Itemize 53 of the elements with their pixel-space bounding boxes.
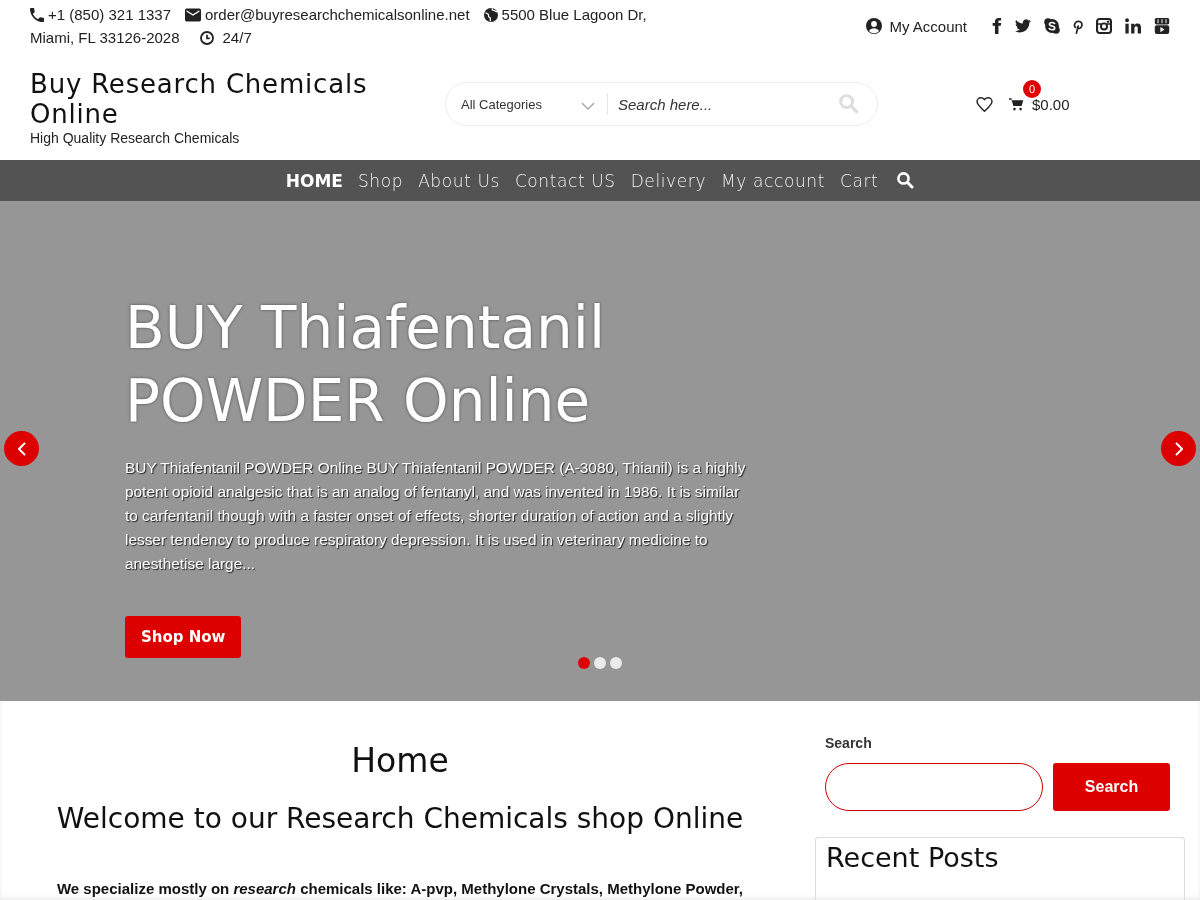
slide-dot-icon[interactable]	[610, 657, 622, 669]
instagram-icon[interactable]	[1096, 18, 1112, 34]
site-title[interactable]: Buy Research Chemicals Online	[30, 68, 410, 129]
nav-link[interactable]: Contact US	[514, 170, 616, 191]
intro-paragraph: We specialize mostly on research chemicals like: A-pvp, Methylone Crystals, Methylone Powder,	[56, 879, 744, 899]
site-tagline: High Quality Research Chemicals	[30, 129, 240, 146]
hero-title: POWDER Online	[125, 366, 591, 437]
page-title: Home	[351, 740, 449, 782]
nav-link[interactable]: My account	[721, 170, 825, 191]
shop-now-button[interactable]: Shop Now	[125, 616, 242, 658]
nav-link[interactable]: About Us	[418, 170, 500, 191]
my-account-link[interactable]: My Account	[866, 17, 967, 35]
nav-link[interactable]: Shop	[357, 170, 404, 191]
cart-total[interactable]: $0.00	[1032, 95, 1070, 113]
previous-slide-button[interactable]	[4, 431, 39, 466]
nav-link[interactable]: Delivery	[630, 170, 707, 191]
phone-number[interactable]: +1 (850) 321 1337	[48, 3, 172, 26]
slide-dot-icon[interactable]	[578, 657, 590, 669]
search-icon[interactable]	[897, 172, 915, 189]
category-dropdown[interactable]: All Categories	[461, 93, 608, 115]
next-slide-button[interactable]	[1161, 431, 1196, 466]
nav-link[interactable]: HOME	[285, 170, 343, 191]
phone-icon	[30, 7, 44, 22]
address-text: 5500 Blue Lagoon Dr,	[501, 5, 647, 25]
slide-dot-icon[interactable]	[594, 657, 606, 669]
envelope-icon	[185, 6, 202, 23]
email-address[interactable]: order@buyresearchchemicalsonline.net	[205, 3, 470, 26]
nav-link[interactable]: Cart	[839, 170, 879, 191]
cart-count-badge: 0	[1023, 79, 1041, 98]
skype-icon[interactable]	[1044, 18, 1060, 34]
search-field[interactable]	[825, 763, 1043, 811]
opening-hours: 24/7	[222, 28, 252, 48]
hero-title: BUY Thiafentanil	[125, 293, 606, 364]
welcome-heading: Welcome to our Research Chemicals shop Online	[56, 801, 744, 837]
hero-description: BUY Thiafentanil POWDER Online BUY Thiafentanil POWDER (A-3080, Thianil) is a highly potent opioid analgesic that is an analog of fentanyl, and was invented in 1986. It is similar to carfentanil though with a faster onset of effects, shorter duration of action and a slightly lesser tendency to produce respiratory depression. It is used in veterinary medicine to anesthetise large...	[125, 458, 747, 574]
heart-icon[interactable]	[976, 96, 993, 112]
chevron-left-icon	[17, 441, 26, 456]
facebook-icon[interactable]	[992, 18, 1002, 34]
recent-posts-title: Recent Posts	[826, 841, 1000, 875]
youtube-icon[interactable]	[1154, 18, 1170, 34]
pinterest-icon[interactable]	[1073, 18, 1083, 34]
chevron-right-icon	[1174, 441, 1183, 456]
globe-icon	[483, 7, 498, 22]
user-icon	[866, 18, 883, 34]
cart-icon[interactable]	[1009, 97, 1024, 111]
linkedin-icon[interactable]	[1125, 18, 1141, 34]
search-label: Search	[825, 735, 872, 752]
address-text: Miami, FL 33126-2028	[30, 28, 180, 48]
clock-icon	[199, 30, 214, 45]
search-input[interactable]: Search here...	[608, 95, 839, 113]
chevron-down-icon	[581, 102, 595, 110]
search-button[interactable]: Search	[1053, 763, 1170, 811]
twitter-icon[interactable]	[1015, 18, 1031, 34]
